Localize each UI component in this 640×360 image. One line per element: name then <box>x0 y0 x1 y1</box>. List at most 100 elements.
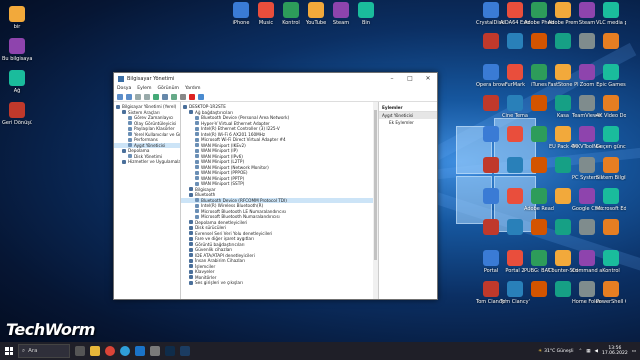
notification-icon[interactable]: ▭ <box>632 349 636 354</box>
more-actions-link[interactable]: Ek Eylemler <box>379 119 437 126</box>
forward-arrow-icon[interactable] <box>126 93 132 100</box>
app-icon <box>531 250 547 266</box>
network-icon[interactable]: ▦ <box>586 349 590 354</box>
app-icon <box>603 157 619 173</box>
desktop-icon-right[interactable]: Sistem Bilgileri <box>596 157 626 181</box>
desktop-icon-right[interactable]: Kontrol <box>596 250 626 274</box>
app-icon <box>483 2 499 18</box>
desktop-icon-label: Cine Tema <box>502 113 528 119</box>
update-driver-icon[interactable] <box>171 93 177 100</box>
desktop-icon-label: Adobe Reader <box>524 206 554 212</box>
app-icon <box>603 281 619 297</box>
desktop-icon-label: VLC media player <box>596 20 626 26</box>
device-icon <box>122 148 126 153</box>
device-icon <box>116 104 120 109</box>
menu-action[interactable]: Eylem <box>137 86 151 91</box>
desktop-icon-right[interactable]: PowerShell Connect <box>596 281 626 305</box>
chrome-icon[interactable] <box>105 346 115 356</box>
device-icon <box>183 104 187 109</box>
app-icon <box>233 2 249 18</box>
desktop-icon-right[interactable]: 4K Video Downloader <box>596 95 626 119</box>
clock[interactable]: 13:56 17.06.2022 <box>602 346 628 356</box>
desktop-icon-right[interactable] <box>596 219 626 237</box>
menu-file[interactable]: Dosya <box>117 86 131 91</box>
monitor-icon[interactable] <box>162 93 168 100</box>
device-icon <box>189 258 193 263</box>
app-icon <box>531 157 547 173</box>
task-view-icon[interactable] <box>75 346 85 356</box>
device-icon <box>189 275 193 280</box>
desktop-icon-top[interactable]: Bin <box>351 2 381 26</box>
app-icon <box>603 250 619 266</box>
desktop-icon-label: Bin <box>362 20 370 26</box>
desktop-icon-label: Kontrol <box>602 268 620 274</box>
device-icon <box>189 192 193 197</box>
steam-icon[interactable] <box>180 346 190 356</box>
console-tree: Bilgisayar Yönetimi (Yerel) Sistem Araçla… <box>114 102 181 299</box>
app-icon <box>531 219 547 235</box>
app-icon <box>555 188 571 204</box>
console-tree-icon[interactable] <box>135 93 141 100</box>
desktop-icon-right[interactable]: Epic Games <box>596 64 626 88</box>
device-tree: DESKTOP-1R2STE Ağ bağdaştırıcıları Bluetoo… <box>181 102 379 299</box>
mail-icon[interactable] <box>150 346 160 356</box>
help-icon[interactable] <box>153 93 159 100</box>
clock-date: 17.06.2022 <box>601 351 628 356</box>
computer-management-icon <box>118 75 124 82</box>
console-tree-item[interactable]: Hizmetler ve Uygulamalar <box>114 159 180 165</box>
device-icon <box>195 214 199 219</box>
photoshop-icon[interactable] <box>165 346 175 356</box>
taskbar: ⌕ Ara ☀ 31°C Güneşli ⌃ ▦ ◀ 13:56 17.06.2… <box>0 342 640 360</box>
app-icon <box>483 188 499 204</box>
minimize-button[interactable]: – <box>383 75 401 82</box>
properties-icon[interactable] <box>144 93 150 100</box>
start-button[interactable] <box>0 342 18 360</box>
app-icon <box>555 281 571 297</box>
desktop-icon-right[interactable] <box>596 33 626 51</box>
chevron-up-icon[interactable]: ⌃ <box>578 349 582 354</box>
desktop-icon-left[interactable]: bir <box>2 6 32 30</box>
file-explorer-icon[interactable] <box>90 346 100 356</box>
app-icon <box>483 281 499 297</box>
desktop-icon-left[interactable]: Bu bilgisayar <box>2 38 32 62</box>
uninstall-device-icon[interactable] <box>189 93 195 100</box>
actions-device-manager[interactable]: Aygıt Yöneticisi <box>379 112 437 119</box>
search-box[interactable]: ⌕ Ara <box>18 344 70 358</box>
menu-view[interactable]: Görünüm <box>157 86 178 91</box>
weather-text[interactable]: 31°C Güneşli <box>544 349 573 354</box>
edge-icon[interactable] <box>120 346 130 356</box>
app-icon <box>579 64 595 80</box>
window-title: Bilgisayar Yönetimi <box>127 75 175 82</box>
device-icon <box>195 115 199 120</box>
back-arrow-icon[interactable] <box>117 93 123 100</box>
app-icon <box>531 33 547 49</box>
app-icon <box>308 2 324 18</box>
desktop-icon-left[interactable]: Geri Dönüşü... <box>2 102 32 126</box>
volume-icon[interactable]: ◀ <box>595 349 598 354</box>
maximize-button[interactable]: □ <box>401 75 419 82</box>
title-bar[interactable]: Bilgisayar Yönetimi – □ ✕ <box>114 73 437 84</box>
app-icon <box>507 250 523 266</box>
desktop-icon-left[interactable]: Ağ <box>2 70 32 94</box>
disable-device-icon[interactable] <box>180 93 186 100</box>
device-icon <box>128 115 132 120</box>
app-icon <box>258 2 274 18</box>
close-button[interactable]: ✕ <box>419 75 437 82</box>
desktop-icon-right[interactable]: VLC media player <box>596 2 626 26</box>
device-tree-item[interactable]: Ses girişleri ve çıkışları <box>181 280 378 286</box>
vertical-scrollbar[interactable] <box>373 102 378 299</box>
desktop-icon-right[interactable]: Microsoft Edge <box>596 188 626 212</box>
computer-management-window[interactable]: Bilgisayar Yönetimi – □ ✕ Dosya Eylem Gö… <box>113 72 438 300</box>
app-icon <box>531 64 547 80</box>
toolbar <box>114 92 437 102</box>
menu-help[interactable]: Yardım <box>185 86 200 91</box>
app-icon <box>483 219 499 235</box>
store-icon[interactable] <box>135 346 145 356</box>
device-icon <box>195 176 199 181</box>
app-icon <box>358 2 374 18</box>
app-icon <box>579 188 595 204</box>
desktop-icon-right[interactable]: Geçen güncelle... <box>596 126 626 150</box>
app-icon <box>483 126 499 142</box>
scan-hardware-icon[interactable] <box>198 93 204 100</box>
search-label: Ara <box>28 348 38 354</box>
